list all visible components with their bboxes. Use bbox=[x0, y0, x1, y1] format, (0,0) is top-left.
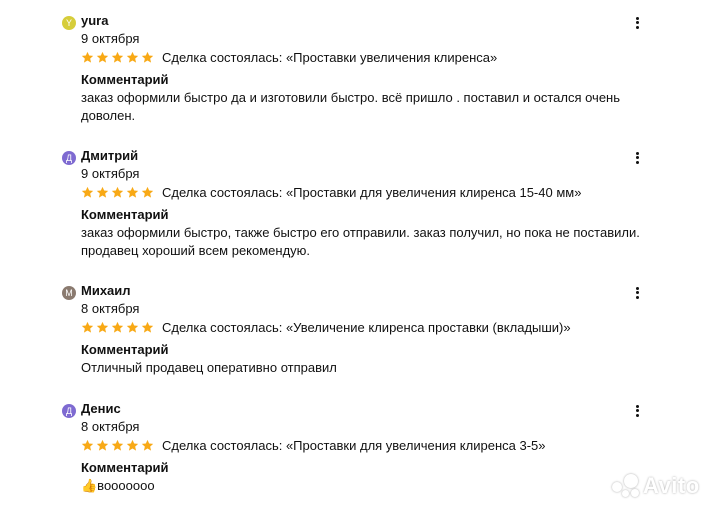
star-rating bbox=[81, 186, 154, 199]
review-date: 8 октября bbox=[81, 419, 140, 434]
review-date: 9 октября bbox=[81, 31, 140, 46]
star-icon bbox=[126, 186, 139, 198]
star-icon bbox=[96, 186, 109, 198]
star-icon bbox=[141, 51, 154, 63]
avito-watermark: Avito bbox=[612, 472, 700, 500]
deal-title: Сделка состоялась: «Проставки увеличения… bbox=[162, 49, 498, 65]
more-options-icon[interactable] bbox=[629, 403, 645, 421]
more-options-icon[interactable] bbox=[629, 285, 645, 303]
more-options-icon[interactable] bbox=[629, 150, 645, 168]
star-icon bbox=[81, 321, 94, 333]
comment-text: заказ оформили быстро, также быстро его … bbox=[81, 225, 640, 258]
comment-label: Комментарий bbox=[81, 342, 169, 357]
deal-title: Сделка состоялась: «Увеличение клиренса … bbox=[162, 319, 571, 335]
star-icon bbox=[111, 186, 124, 198]
avatar[interactable]: М bbox=[62, 286, 76, 300]
star-icon bbox=[141, 321, 154, 333]
comment-label: Комментарий bbox=[81, 460, 169, 475]
avatar[interactable]: Д bbox=[62, 151, 76, 165]
avito-logo-icon bbox=[612, 474, 640, 498]
review-author[interactable]: Денис bbox=[81, 401, 121, 416]
rating-row: Сделка состоялась: «Проставки для увелич… bbox=[81, 436, 545, 454]
more-options-icon[interactable] bbox=[629, 15, 645, 33]
comment-text: 👍вооооооо bbox=[81, 478, 155, 493]
comment-text: заказ оформили быстро да и изготовили бы… bbox=[81, 90, 621, 123]
star-icon bbox=[96, 439, 109, 451]
star-icon bbox=[126, 51, 139, 63]
star-icon bbox=[81, 439, 94, 451]
star-icon bbox=[126, 439, 139, 451]
review-author[interactable]: yura bbox=[81, 13, 108, 28]
star-icon bbox=[81, 186, 94, 198]
review-date: 9 октября bbox=[81, 166, 140, 181]
rating-row: Сделка состоялась: «Проставки увеличения… bbox=[81, 48, 497, 66]
star-icon bbox=[96, 321, 109, 333]
rating-row: Сделка состоялась: «Увеличение клиренса … bbox=[81, 318, 571, 336]
comment-label: Комментарий bbox=[81, 72, 169, 87]
star-rating bbox=[81, 51, 154, 64]
star-icon bbox=[111, 51, 124, 63]
avito-watermark-text: Avito bbox=[643, 473, 700, 498]
review-author[interactable]: Дмитрий bbox=[81, 148, 138, 163]
deal-title: Сделка состоялась: «Проставки для увелич… bbox=[162, 184, 582, 200]
star-icon bbox=[141, 186, 154, 198]
comment-label: Комментарий bbox=[81, 207, 169, 222]
review-date: 8 октября bbox=[81, 301, 140, 316]
star-rating bbox=[81, 439, 154, 452]
deal-title: Сделка состоялась: «Проставки для увелич… bbox=[162, 437, 546, 453]
star-icon bbox=[126, 321, 139, 333]
star-rating bbox=[81, 321, 154, 334]
star-icon bbox=[96, 51, 109, 63]
avatar[interactable]: Д bbox=[62, 404, 76, 418]
comment-text: Отличный продавец оперативно отправил bbox=[81, 360, 337, 375]
star-icon bbox=[111, 321, 124, 333]
star-icon bbox=[111, 439, 124, 451]
avatar[interactable]: Y bbox=[62, 16, 76, 30]
star-icon bbox=[141, 439, 154, 451]
review-author[interactable]: Михаил bbox=[81, 283, 131, 298]
rating-row: Сделка состоялась: «Проставки для увелич… bbox=[81, 183, 581, 201]
star-icon bbox=[81, 51, 94, 63]
